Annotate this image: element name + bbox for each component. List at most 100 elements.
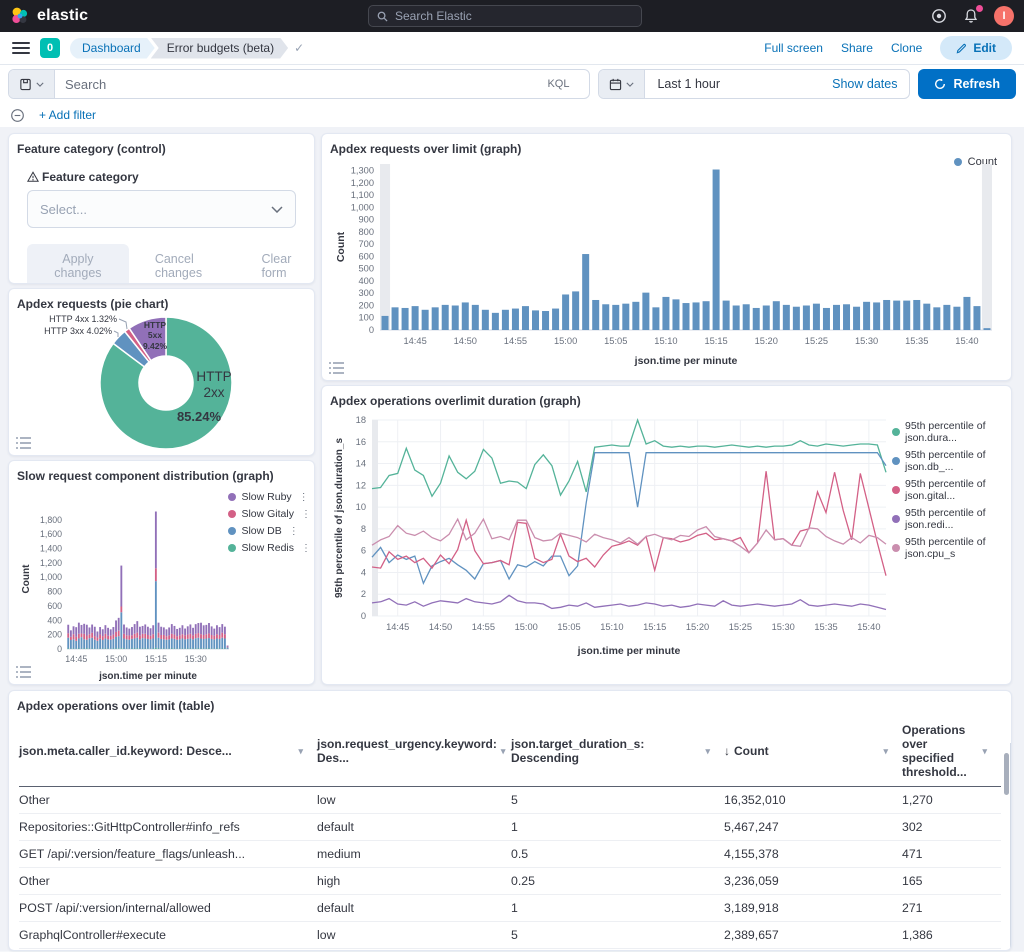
bar (522, 306, 529, 330)
news-bell-icon[interactable] (962, 7, 980, 25)
bar (833, 305, 840, 330)
stacked-bar-segment (150, 639, 152, 648)
stacked-bar-segment (189, 624, 191, 633)
table-column-header[interactable]: json.target_duration_s: Descending▾ (511, 717, 724, 786)
filter-options-icon[interactable] (10, 108, 25, 123)
stacked-bar-segment (142, 638, 144, 648)
svg-text:15:35: 15:35 (814, 622, 837, 632)
legend-item[interactable]: 95th percentile of json.dura... (892, 420, 1011, 444)
add-filter-button[interactable]: + Add filter (39, 108, 96, 122)
menu-icon[interactable] (12, 42, 30, 54)
apply-changes-button[interactable]: Apply changes (27, 244, 129, 284)
legend-menu-icon[interactable]: ⋮ (289, 526, 298, 537)
svg-text:800: 800 (47, 587, 62, 597)
legend-item[interactable]: 95th percentile of json.gital... (892, 478, 1011, 502)
table-column-header[interactable]: json.meta.caller_id.keyword: Desce...▾ (19, 717, 317, 786)
share-button[interactable]: Share (841, 41, 873, 55)
stacked-bar-segment (83, 624, 85, 634)
svg-text:300: 300 (358, 288, 374, 298)
refresh-button[interactable]: Refresh (918, 69, 1016, 99)
stacked-bar-segment (168, 627, 170, 635)
user-avatar[interactable]: I (994, 6, 1014, 26)
svg-text:1,300: 1,300 (351, 166, 374, 176)
svg-text:1,200: 1,200 (351, 178, 374, 188)
legend-item[interactable]: Slow Gitaly⋮ (228, 508, 310, 520)
bar (983, 328, 990, 330)
elastic-logo[interactable]: elastic (10, 6, 88, 26)
table-scrollbar-thumb[interactable] (1004, 753, 1009, 795)
full-screen-button[interactable]: Full screen (764, 41, 823, 55)
breadcrumb-dashboard[interactable]: Dashboard (70, 38, 155, 59)
search-input[interactable]: Search KQL (55, 70, 589, 98)
legend-menu-icon[interactable]: ⋮ (301, 543, 310, 554)
feature-category-select[interactable]: Select... (27, 190, 296, 228)
stacked-bar-segment (179, 628, 181, 636)
bar (893, 301, 900, 330)
global-search-input[interactable]: Search Elastic (368, 5, 642, 27)
stacked-bar-segment (142, 626, 144, 634)
chevron-down-icon: ▾ (298, 746, 303, 757)
table-cell: 0.25 (511, 868, 724, 894)
svg-text:15:00: 15:00 (554, 336, 577, 346)
cancel-changes-button[interactable]: Cancel changes (155, 252, 236, 280)
legend-dot (228, 544, 236, 552)
svg-text:Count: Count (21, 564, 32, 594)
stacked-bar-segment (110, 640, 112, 649)
legend-menu-icon[interactable]: ⋮ (299, 492, 308, 503)
edit-button[interactable]: Edit (940, 36, 1012, 60)
pie-chart: HTTP2xx85.24%HTTP5xx9.42%HTTP 4xx 1.32%H… (17, 311, 308, 453)
legend-label: 95th percentile of json.cpu_s (905, 536, 1011, 560)
panel-options-icon[interactable] (15, 664, 33, 680)
show-dates-button[interactable]: Show dates (820, 70, 909, 98)
bar (953, 307, 960, 330)
bar (903, 301, 910, 330)
legend-item[interactable]: 95th percentile of json.redi... (892, 507, 1011, 531)
bar (733, 305, 740, 330)
legend-menu-icon[interactable]: ⋮ (301, 509, 310, 520)
svg-text:14:50: 14:50 (429, 622, 452, 632)
panel-options-icon[interactable] (15, 435, 33, 451)
panel-options-icon[interactable] (328, 360, 346, 376)
table-column-header[interactable]: ↓ Count▾ (724, 717, 902, 786)
table-cell: low (317, 922, 511, 948)
panel-apdex-requests-over-limit: Apdex requests over limit (graph) Count … (321, 133, 1012, 381)
bar (422, 310, 429, 330)
legend-item[interactable]: Slow Redis⋮ (228, 542, 310, 554)
stacked-bar-segment (86, 636, 88, 640)
stacked-bar-segment (155, 581, 157, 648)
svg-text:14:50: 14:50 (454, 336, 477, 346)
legend-item[interactable]: Slow DB⋮ (228, 525, 310, 537)
bar (793, 307, 800, 330)
kql-selector[interactable]: KQL (537, 78, 579, 90)
legend-label: Slow Ruby (241, 491, 291, 503)
table-column-header[interactable]: json.request_urgency.keyword: Des...▾ (317, 717, 511, 786)
legend-item[interactable]: 95th percentile of json.cpu_s (892, 536, 1011, 560)
legend-item[interactable]: Slow Ruby ⋮ (228, 491, 310, 503)
deployment-icon[interactable] (930, 7, 948, 25)
stacked-bar-segment (136, 621, 138, 632)
table-column-header[interactable]: Operations over specified threshold...▾ (902, 717, 1001, 786)
chevron-down-icon: ▾ (705, 746, 710, 757)
saved-query-menu-button[interactable] (9, 70, 55, 98)
time-range-value[interactable]: Last 1 hour (645, 70, 732, 98)
stacked-bar-segment (144, 638, 146, 648)
svg-text:12: 12 (356, 480, 366, 490)
stacked-bar-segment (75, 637, 77, 641)
breadcrumb-current: Error budgets (beta) (151, 38, 288, 59)
space-avatar[interactable]: 0 (40, 38, 60, 58)
stacked-bar-segment (102, 636, 104, 640)
clear-form-button[interactable]: Clear form (262, 252, 315, 280)
data-table: json.meta.caller_id.keyword: Desce...▾js… (19, 717, 1001, 951)
table-scrollbar-track (1010, 743, 1011, 950)
date-picker-menu-button[interactable] (599, 70, 645, 98)
line-series (372, 519, 886, 553)
bar (773, 301, 780, 330)
table-cell: POST /api/:version/internal/allowed (19, 895, 317, 921)
stacked-bar-segment (112, 635, 114, 639)
stacked-bar-segment (216, 625, 218, 634)
legend-item[interactable]: 95th percentile of json.db_... (892, 449, 1011, 473)
clone-button[interactable]: Clone (891, 41, 922, 55)
stacked-bar-segment (110, 629, 112, 635)
stacked-bar-segment (158, 623, 160, 633)
stacked-bar-segment (227, 646, 229, 647)
